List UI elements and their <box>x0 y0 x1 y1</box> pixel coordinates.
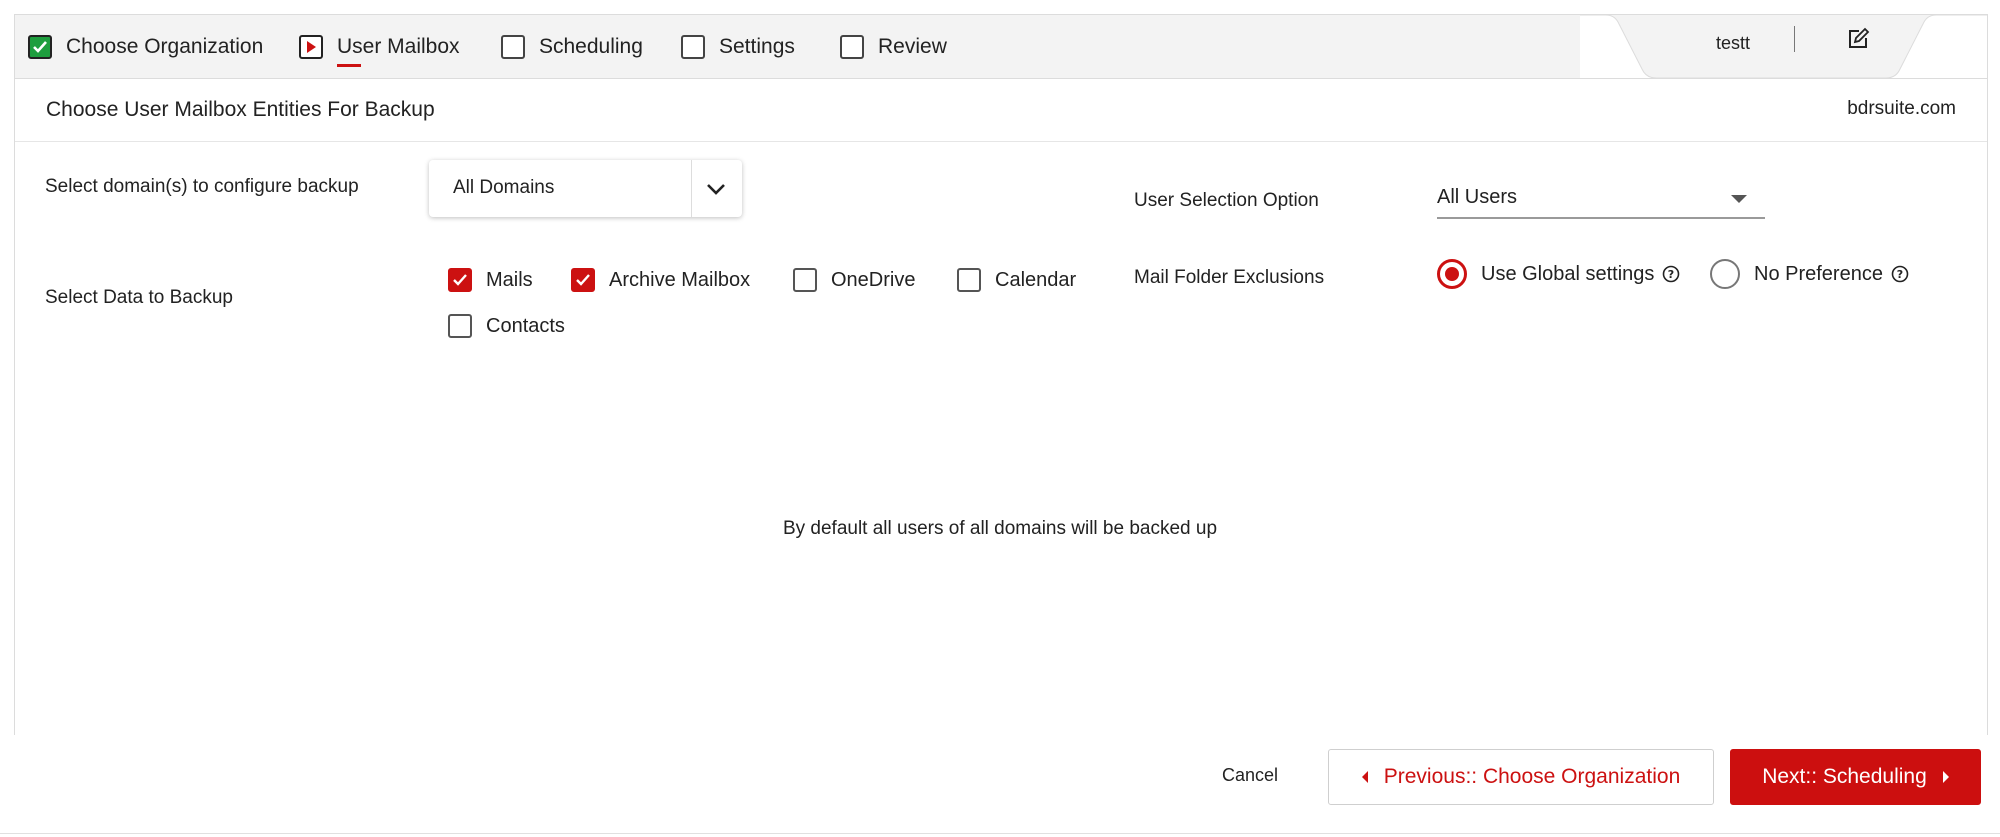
calendar-checkbox[interactable]: Calendar <box>957 268 1076 292</box>
step-user-mailbox[interactable]: User Mailbox <box>299 32 460 67</box>
user-selection-value: All Users <box>1437 186 1518 208</box>
play-icon <box>299 35 323 59</box>
checkbox-label: Mails <box>486 268 533 291</box>
user-selection-dropdown[interactable]: All Users <box>1437 179 1765 219</box>
empty-checkbox-icon <box>681 35 705 59</box>
archive-mailbox-checkbox[interactable]: Archive Mailbox <box>571 268 750 292</box>
step-label: Choose Organization <box>66 35 264 58</box>
radio-label: No Preference <box>1754 262 1883 285</box>
caret-right-icon <box>1942 771 1949 783</box>
empty-checkbox-icon <box>448 314 472 338</box>
svg-text:?: ? <box>1668 268 1674 281</box>
onedrive-checkbox[interactable]: OneDrive <box>793 268 915 292</box>
caret-left-icon <box>1361 771 1368 783</box>
previous-button[interactable]: Previous:: Choose Organization <box>1328 749 1714 805</box>
help-icon[interactable]: ? <box>1662 265 1680 283</box>
no-preference-radio[interactable]: No Preference ? <box>1710 259 1909 289</box>
step-choose-organization[interactable]: Choose Organization <box>28 32 263 62</box>
svg-text:?: ? <box>1897 268 1903 281</box>
empty-checkbox-icon <box>793 268 817 292</box>
previous-button-label: Previous:: Choose Organization <box>1383 765 1681 788</box>
empty-checkbox-icon <box>957 268 981 292</box>
cancel-button[interactable]: Cancel <box>1222 765 1278 786</box>
page-title: Choose User Mailbox Entities For Backup <box>46 98 435 121</box>
next-button-label: Next:: Scheduling <box>1762 765 1927 788</box>
exclusions-label: Mail Folder Exclusions <box>1134 267 1325 288</box>
chevron-down-icon <box>705 180 727 198</box>
domain-select-value: All Domains <box>453 177 555 198</box>
radio-selected-icon <box>1437 259 1467 289</box>
step-label: User Mailbox <box>337 35 460 67</box>
caret-down-icon <box>1731 195 1747 203</box>
step-label: Review <box>878 35 947 58</box>
wizard-frame: Choose Organization User Mailbox Schedul… <box>14 14 1988 735</box>
checkbox-label: Calendar <box>995 268 1077 291</box>
domain-select[interactable]: All Domains <box>429 160 742 217</box>
radio-unselected-icon <box>1710 259 1740 289</box>
footer-divider <box>0 833 2000 834</box>
edit-icon[interactable] <box>1846 27 1870 51</box>
step-review[interactable]: Review <box>840 32 947 62</box>
select-divider <box>691 160 692 217</box>
checkbox-label: OneDrive <box>831 268 916 291</box>
radio-label: Use Global settings <box>1481 262 1655 285</box>
contacts-checkbox[interactable]: Contacts <box>448 314 565 338</box>
next-button[interactable]: Next:: Scheduling <box>1730 749 1981 805</box>
domain-label: Select domain(s) to configure backup <box>45 176 359 197</box>
step-settings[interactable]: Settings <box>681 32 795 62</box>
empty-checkbox-icon <box>501 35 525 59</box>
help-icon[interactable]: ? <box>1891 265 1909 283</box>
info-message: By default all users of all domains will… <box>782 518 1218 539</box>
data-label: Select Data to Backup <box>45 287 233 308</box>
checkmark-icon <box>571 268 595 292</box>
wizard-step-bar: Choose Organization User Mailbox Schedul… <box>15 14 1987 79</box>
mails-checkbox[interactable]: Mails <box>448 268 533 292</box>
job-name-tab: testt <box>1580 14 1987 79</box>
checkbox-label: Archive Mailbox <box>609 268 751 291</box>
section-header: Choose User Mailbox Entities For Backup … <box>15 79 1987 142</box>
checkmark-icon <box>448 268 472 292</box>
step-scheduling[interactable]: Scheduling <box>501 32 643 62</box>
organization-name: bdrsuite.com <box>1847 98 1956 119</box>
job-name: testt <box>1715 33 1750 53</box>
step-label: Scheduling <box>539 35 643 58</box>
empty-checkbox-icon <box>840 35 864 59</box>
step-label: Settings <box>719 35 795 58</box>
tab-divider <box>1794 26 1795 52</box>
checkbox-label: Contacts <box>486 314 565 337</box>
use-global-settings-radio[interactable]: Use Global settings ? <box>1437 259 1680 289</box>
check-icon <box>28 35 52 59</box>
user-selection-label: User Selection Option <box>1134 190 1319 211</box>
